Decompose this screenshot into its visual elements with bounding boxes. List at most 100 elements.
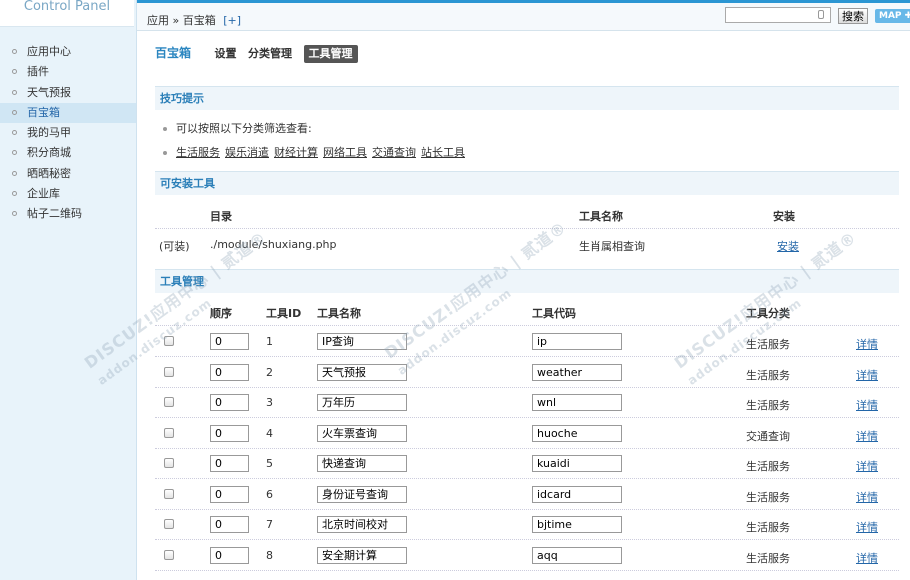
- row-checkbox[interactable]: [164, 488, 174, 499]
- bullet-icon: [12, 109, 17, 115]
- tool-category: 生活服务: [746, 338, 790, 351]
- sidebar-item[interactable]: 帖子二维码: [0, 204, 136, 224]
- tips-header: 技巧提示: [155, 86, 899, 110]
- bullet-icon: [12, 69, 17, 75]
- sidebar-item-label: 帖子二维码: [27, 207, 82, 221]
- col-tool-name: 工具名称: [579, 210, 623, 223]
- search-input[interactable]: [725, 7, 831, 23]
- tab-category-management[interactable]: 分类管理: [248, 45, 292, 63]
- detail-link[interactable]: 详情: [856, 428, 878, 444]
- page-title: 百宝箱: [155, 46, 192, 60]
- col-tool-name: 工具名称: [317, 307, 361, 320]
- install-link[interactable]: 安装: [777, 238, 799, 254]
- tool-name-input[interactable]: 万年历: [317, 394, 407, 411]
- tab-tool-management[interactable]: 工具管理: [303, 45, 358, 63]
- row-divider: [155, 569, 899, 571]
- detail-link[interactable]: 详情: [856, 458, 878, 474]
- sidebar-item[interactable]: 应用中心: [0, 42, 136, 62]
- category-link[interactable]: 站长工具: [421, 146, 465, 159]
- sidebar-item[interactable]: 积分商城: [0, 143, 136, 163]
- tool-id: 1: [266, 335, 273, 348]
- row-checkbox[interactable]: [164, 427, 174, 438]
- sidebar-item[interactable]: 插件: [0, 62, 136, 82]
- tool-id: 8: [266, 548, 273, 562]
- order-input[interactable]: 0: [210, 455, 249, 472]
- tool-name-input[interactable]: 安全期计算: [317, 546, 407, 564]
- tool-id: 2: [266, 365, 273, 379]
- row-checkbox[interactable]: [164, 549, 174, 560]
- row-checkbox[interactable]: [164, 458, 174, 468]
- tool-name-input[interactable]: 身份证号查询: [317, 485, 407, 503]
- category-link[interactable]: 财经计算: [274, 146, 318, 159]
- category-link[interactable]: 交通查询: [372, 146, 416, 159]
- tool-name-input[interactable]: 北京时间校对: [317, 516, 407, 533]
- row-checkbox[interactable]: [164, 336, 174, 346]
- tool-management-header: 工具管理: [155, 269, 899, 293]
- sidebar-item-label: 插件: [27, 65, 49, 79]
- tool-name-input[interactable]: 天气预报: [317, 363, 407, 381]
- tool-code-input[interactable]: kuaidi: [532, 455, 622, 472]
- tab-settings[interactable]: 设置: [215, 45, 237, 63]
- row-divider: [155, 447, 899, 449]
- tool-name-input[interactable]: 火车票查询: [317, 424, 407, 442]
- order-input[interactable]: 0: [210, 363, 249, 381]
- tool-id: 3: [266, 396, 273, 409]
- detail-link[interactable]: 详情: [856, 550, 878, 566]
- row-divider: [155, 417, 899, 418]
- col-order: 顺序: [210, 307, 232, 320]
- category-link[interactable]: 网络工具: [323, 146, 367, 159]
- tool-id: 6: [266, 487, 273, 501]
- sidebar-item[interactable]: 天气预报: [0, 83, 136, 103]
- sidebar-item-label: 我的马甲: [27, 126, 71, 140]
- detail-link[interactable]: 详情: [856, 367, 878, 383]
- category-link[interactable]: 生活服务: [176, 146, 220, 159]
- detail-link[interactable]: 详情: [856, 397, 878, 413]
- tool-id: 4: [266, 426, 273, 440]
- order-input[interactable]: 0: [210, 394, 249, 411]
- col-tool-id: 工具ID: [266, 307, 302, 320]
- row-checkbox[interactable]: [164, 397, 174, 407]
- tool-code-input[interactable]: huoche: [532, 424, 622, 442]
- map-button[interactable]: MAP ✚: [875, 9, 910, 23]
- tool-code-input[interactable]: bjtime: [532, 516, 622, 533]
- add-shortcut-link[interactable]: [+]: [223, 14, 241, 27]
- order-input[interactable]: 0: [210, 485, 249, 503]
- sidebar-item[interactable]: 百宝箱: [0, 102, 136, 124]
- tool-category: 生活服务: [746, 368, 790, 382]
- tool-code-input[interactable]: idcard: [532, 485, 622, 503]
- row-checkbox[interactable]: [164, 519, 174, 529]
- category-link[interactable]: 娱乐消遣: [225, 146, 269, 159]
- sidebar-item-label: 应用中心: [27, 45, 71, 58]
- tool-name-input[interactable]: 快递查询: [317, 455, 407, 472]
- row-divider: [155, 539, 899, 540]
- sidebar-item[interactable]: 晒晒秘密: [0, 164, 136, 184]
- order-input[interactable]: 0: [210, 424, 249, 442]
- col-tool-category: 工具分类: [746, 307, 790, 320]
- tool-code-input[interactable]: wnl: [532, 394, 622, 411]
- tool-code-input[interactable]: ip: [532, 333, 622, 350]
- bullet-icon: [12, 150, 17, 156]
- sidebar-item-label: 天气预报: [27, 85, 71, 99]
- tool-code-input[interactable]: aqq: [532, 546, 622, 564]
- detail-link[interactable]: 详情: [856, 489, 878, 505]
- sidebar-item[interactable]: 企业库: [0, 184, 136, 204]
- sidebar-item[interactable]: 我的马甲: [0, 123, 136, 143]
- tool-category: 生活服务: [746, 460, 790, 473]
- order-input[interactable]: 0: [210, 546, 249, 564]
- category-filter-links: 生活服务 娱乐消遣 财经计算 网络工具 交通查询 站长工具: [163, 144, 470, 160]
- bullet-icon: [12, 89, 17, 95]
- order-input[interactable]: 0: [210, 516, 249, 533]
- col-directory: 目录: [210, 210, 232, 223]
- bullet-icon: [12, 191, 17, 197]
- watermark: DISCUZ!应用中心 | 贰道® addon.discuz.com: [380, 217, 571, 378]
- detail-link[interactable]: 详情: [856, 519, 878, 535]
- tool-code-input[interactable]: weather: [532, 363, 622, 381]
- microphone-icon[interactable]: [818, 10, 824, 19]
- search-button[interactable]: 搜索: [838, 8, 868, 24]
- row-checkbox[interactable]: [164, 366, 174, 377]
- col-install: 安装: [773, 210, 795, 223]
- detail-link[interactable]: 详情: [856, 336, 878, 352]
- order-input[interactable]: 0: [210, 333, 249, 350]
- tool-name-input[interactable]: IP查询: [317, 333, 407, 350]
- tool-category: 交通查询: [746, 429, 790, 443]
